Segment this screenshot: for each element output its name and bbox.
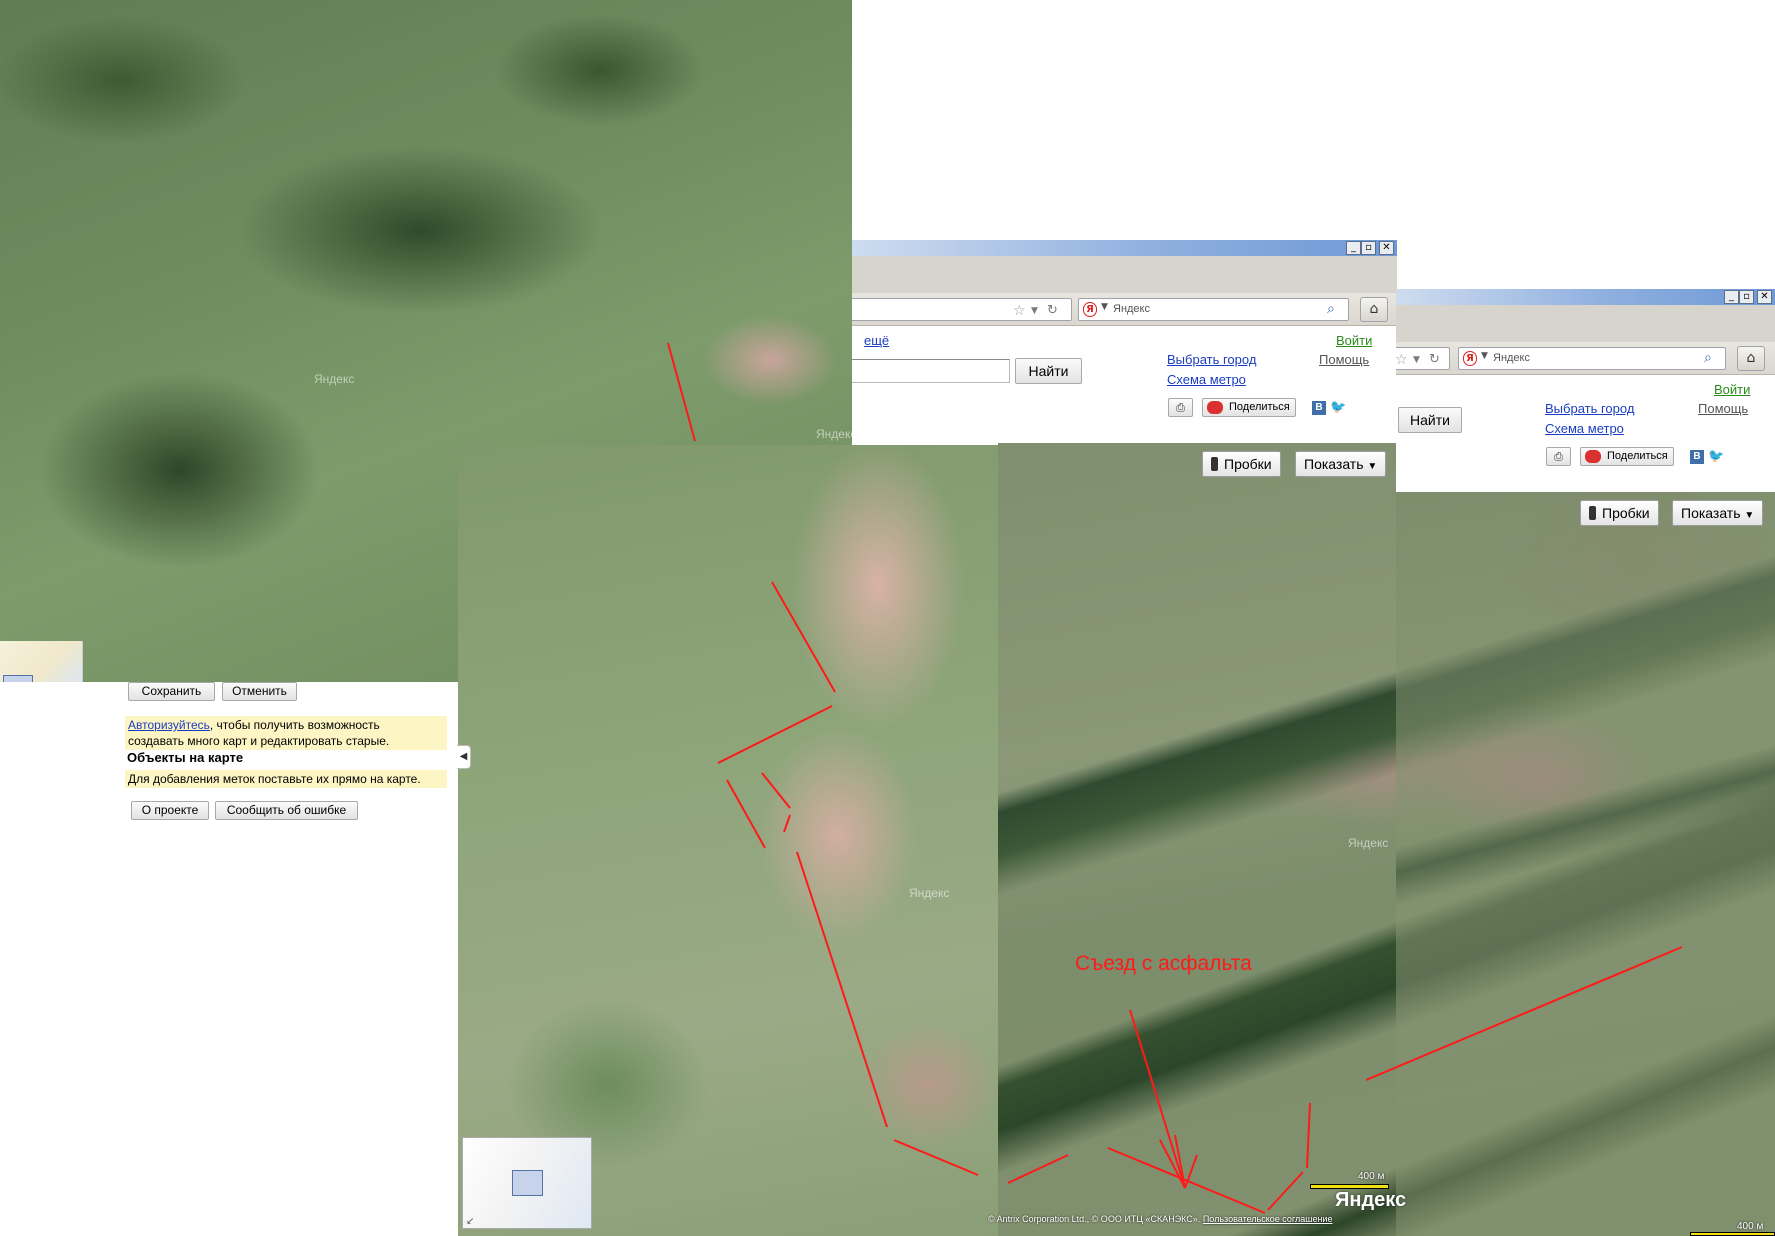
map-watermark: Яндекс xyxy=(1348,836,1389,850)
search-input[interactable] xyxy=(852,359,1010,383)
bookmark-star-icon[interactable]: ☆ xyxy=(1396,352,1408,368)
window-titlebar[interactable]: _ ▫ ✕ xyxy=(852,240,1397,256)
traffic-button[interactable]: Пробки xyxy=(1202,451,1281,477)
satellite-map-middle[interactable] xyxy=(458,445,1015,1236)
chevron-down-icon: ▼ xyxy=(1744,510,1755,521)
search-icon[interactable]: ⌕ xyxy=(1327,301,1345,319)
report-error-button[interactable]: Сообщить об ошибке xyxy=(215,801,358,820)
search-engine-box[interactable]: Я ▼ Яндекс ⌕ xyxy=(1078,298,1349,321)
show-layers-button[interactable]: Показать ▼ xyxy=(1672,500,1764,526)
share-button[interactable]: Поделиться xyxy=(1202,398,1296,417)
home-icon[interactable]: ⌂ xyxy=(1737,346,1765,371)
page-content: Войти Выбрать город Помощь Схема метро Н… xyxy=(1396,375,1775,492)
yandex-logo-icon: Я xyxy=(1083,302,1097,317)
cancel-button[interactable]: Отменить xyxy=(222,682,297,701)
satellite-map-right-overlap[interactable] xyxy=(1396,492,1775,1236)
browser-window-2: _ ▫ ✕ ☆ ▼ ↻ Я ▼ Яндекс ⌕ ⌂ Войти Выбрать… xyxy=(1396,289,1775,492)
url-bar[interactable]: ☆ ▼ ↻ xyxy=(1396,347,1450,370)
home-icon[interactable]: ⌂ xyxy=(1360,297,1388,322)
map-constructor-panel xyxy=(0,682,457,1236)
search-engine-box[interactable]: Я ▼ Яндекс ⌕ xyxy=(1458,347,1726,370)
choose-city-link[interactable]: Выбрать город xyxy=(1545,401,1634,416)
close-button[interactable]: ✕ xyxy=(1757,290,1772,304)
screenshot-root: Яндекс Яндекс Яндекс Яндекс Съезд с асфа… xyxy=(0,0,1775,1236)
share-icon xyxy=(1207,401,1223,414)
minimap-viewport[interactable] xyxy=(512,1170,543,1196)
map-copyright: © Antrix Corporation Ltd., © ООО ИТЦ «СК… xyxy=(988,1214,1333,1224)
login-link[interactable]: Войти xyxy=(1336,333,1372,348)
twitter-icon[interactable]: 🐦 xyxy=(1708,450,1724,464)
reload-icon[interactable]: ↻ xyxy=(1429,352,1440,367)
map-watermark: Яндекс xyxy=(909,886,950,900)
help-link[interactable]: Помощь xyxy=(1698,401,1748,416)
objects-title: Объекты на карте xyxy=(127,750,244,765)
menu-bar xyxy=(1396,305,1775,342)
minimize-button[interactable]: _ xyxy=(1346,241,1361,255)
save-button[interactable]: Сохранить xyxy=(128,682,215,701)
print-icon[interactable]: ⎙ xyxy=(1546,447,1571,466)
road-exit-label: Съезд с асфальта xyxy=(1075,952,1252,975)
panel-mini-map[interactable] xyxy=(0,641,83,683)
find-button[interactable]: Найти xyxy=(1015,358,1082,384)
twitter-icon[interactable]: 🐦 xyxy=(1330,401,1346,415)
dropdown-arrow-icon[interactable]: ▼ xyxy=(1031,306,1038,316)
vk-icon[interactable]: В xyxy=(1312,401,1326,415)
dropdown-arrow-icon[interactable]: ▼ xyxy=(1413,355,1420,365)
window-titlebar[interactable]: _ ▫ ✕ xyxy=(1396,289,1775,305)
show-layers-button[interactable]: Показать ▼ xyxy=(1295,451,1387,477)
reload-icon[interactable]: ↻ xyxy=(1047,303,1058,318)
navigation-toolbar: ☆ ▼ ↻ Я ▼ Яндекс ⌕ ⌂ xyxy=(1396,342,1775,375)
traffic-button[interactable]: Пробки xyxy=(1580,500,1659,526)
navigation-toolbar: ☆ ▼ ↻ Я ▼ Яндекс ⌕ ⌂ xyxy=(852,293,1397,326)
map-watermark: Яндекс xyxy=(314,372,355,386)
print-icon[interactable]: ⎙ xyxy=(1168,398,1193,417)
yandex-map-logo: Яндекс xyxy=(1335,1189,1407,1211)
share-button-label: Поделиться xyxy=(1229,401,1290,413)
minimize-button[interactable]: _ xyxy=(1724,290,1739,304)
overview-minimap[interactable]: ↙ xyxy=(462,1137,592,1229)
scale-label: 400 м xyxy=(1358,1171,1385,1182)
expand-minimap-icon[interactable]: ↙ xyxy=(466,1216,474,1227)
restore-button[interactable]: ▫ xyxy=(1739,290,1754,304)
restore-button[interactable]: ▫ xyxy=(1361,241,1376,255)
search-engine-name: Яндекс xyxy=(1493,352,1530,364)
objects-hint: Для добавления меток поставьте их прямо … xyxy=(125,770,447,788)
login-link[interactable]: Войти xyxy=(1714,382,1750,397)
more-link[interactable]: ещё xyxy=(864,333,889,348)
yandex-logo-icon: Я xyxy=(1463,351,1477,366)
url-bar[interactable]: ☆ ▼ ↻ xyxy=(852,298,1072,321)
terms-link[interactable]: Пользовательское соглашение xyxy=(1203,1214,1333,1224)
scale-label: 400 м xyxy=(1737,1221,1764,1232)
metro-map-link[interactable]: Схема метро xyxy=(1545,421,1624,436)
search-icon[interactable]: ⌕ xyxy=(1704,350,1722,368)
scale-bar xyxy=(1690,1232,1775,1236)
browser-window-1: _ ▫ ✕ ☆ ▼ ↻ Я ▼ Яндекс ⌕ ⌂ ещё Войти Выб… xyxy=(852,240,1397,443)
dropdown-arrow-icon[interactable]: ▼ xyxy=(1481,351,1488,361)
auth-notice: Авторизуйтесь, чтобы получить возможност… xyxy=(125,716,447,750)
search-engine-name: Яндекс xyxy=(1113,303,1150,315)
share-button[interactable]: Поделиться xyxy=(1580,447,1674,466)
about-project-button[interactable]: О проекте xyxy=(131,801,209,820)
traffic-light-icon xyxy=(1589,506,1596,520)
vk-icon[interactable]: В xyxy=(1690,450,1704,464)
find-button[interactable]: Найти xyxy=(1398,407,1462,433)
auth-link[interactable]: Авторизуйтесь xyxy=(128,718,210,732)
menu-bar xyxy=(852,256,1397,293)
close-button[interactable]: ✕ xyxy=(1379,241,1394,255)
choose-city-link[interactable]: Выбрать город xyxy=(1167,352,1256,367)
share-button-label: Поделиться xyxy=(1607,450,1668,462)
metro-map-link[interactable]: Схема метро xyxy=(1167,372,1246,387)
map-watermark: Яндекс xyxy=(816,427,857,441)
help-link[interactable]: Помощь xyxy=(1319,352,1369,367)
chevron-down-icon: ▼ xyxy=(1367,461,1378,472)
dropdown-arrow-icon[interactable]: ▼ xyxy=(1101,302,1108,312)
bookmark-star-icon[interactable]: ☆ xyxy=(1013,303,1026,319)
traffic-light-icon xyxy=(1211,457,1218,471)
collapse-panel-icon[interactable]: ◀ xyxy=(457,745,471,769)
share-icon xyxy=(1585,450,1601,463)
page-content: ещё Войти Выбрать город Помощь Схема мет… xyxy=(852,326,1397,443)
